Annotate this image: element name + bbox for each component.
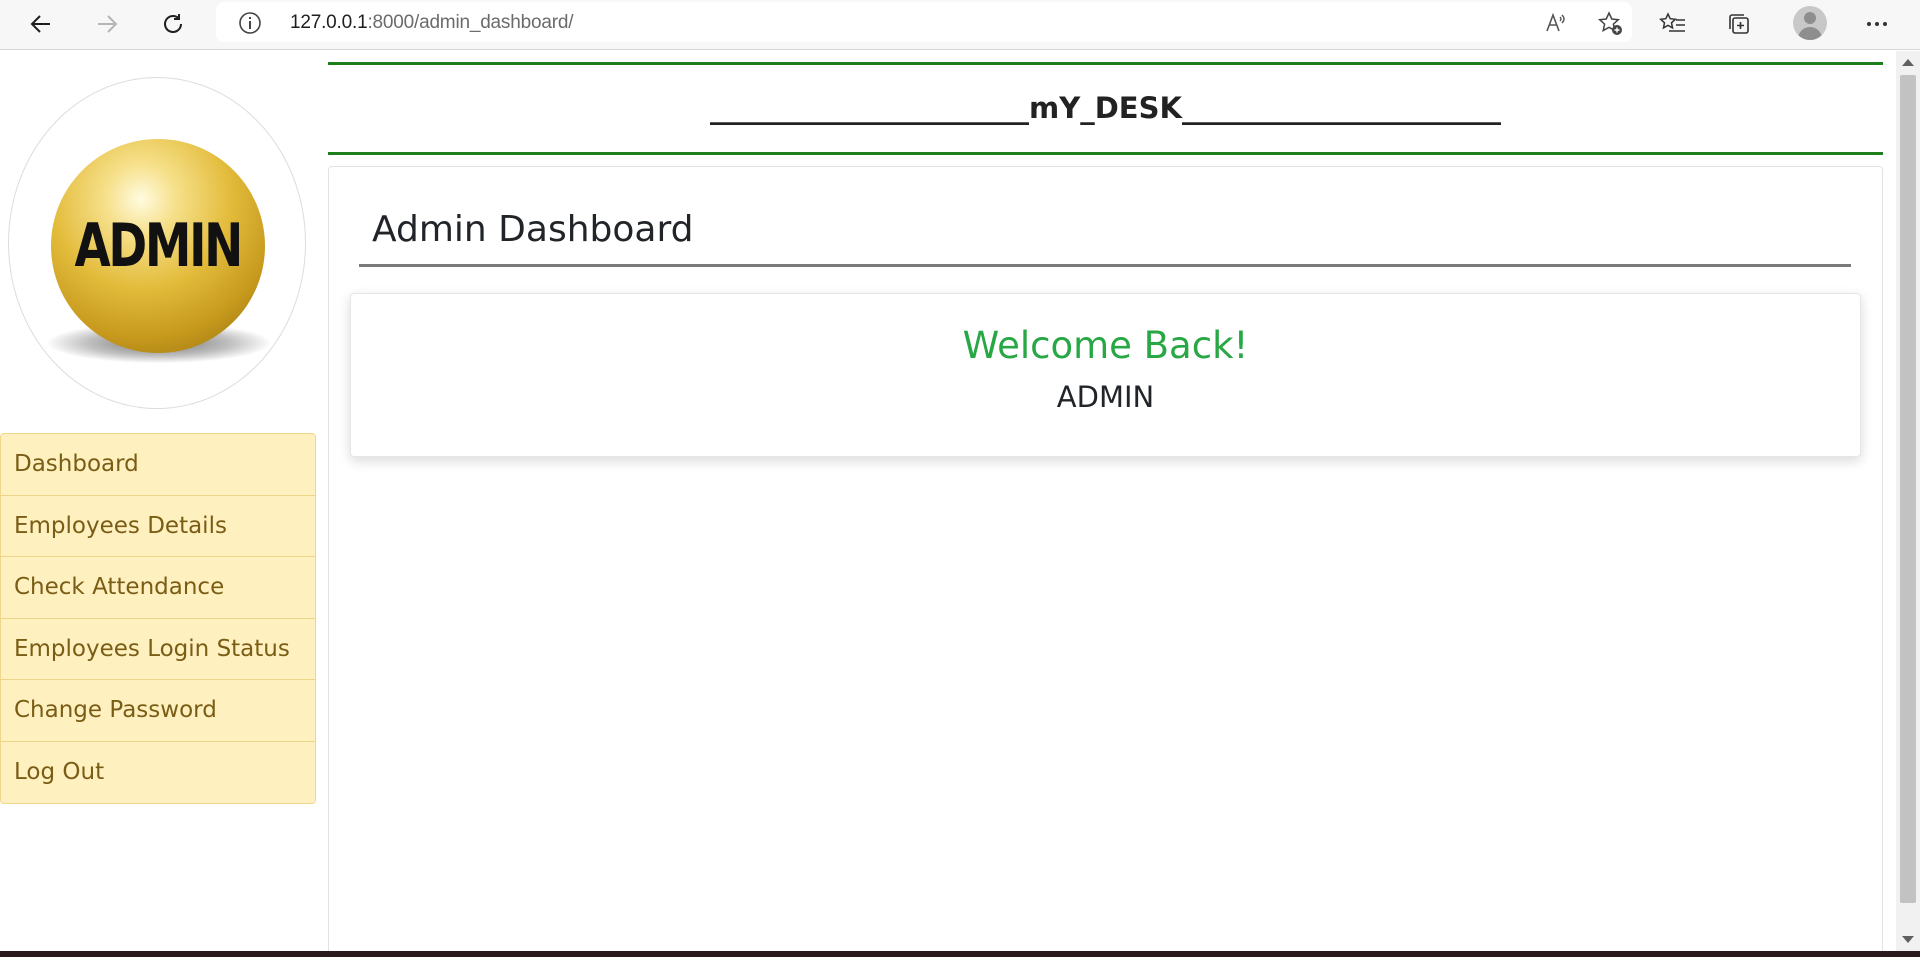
favorites-button[interactable]	[1652, 5, 1694, 43]
more-icon	[1867, 22, 1887, 26]
add-favorite-icon[interactable]	[1597, 10, 1623, 36]
site-title: ______________________mY_DESK___________…	[710, 91, 1501, 125]
welcome-username: ADMIN	[1056, 380, 1155, 414]
collections-button[interactable]	[1718, 5, 1760, 43]
sidebar-menu: Dashboard Employees Details Check Attend…	[0, 433, 316, 804]
profile-avatar[interactable]	[1793, 6, 1827, 40]
favorites-icon	[1659, 12, 1685, 32]
back-icon	[30, 15, 50, 33]
browser-toolbar: 127.0.0.1:8000/admin_dashboard/	[0, 0, 1920, 50]
sidebar-item-log-out[interactable]: Log Out	[1, 741, 315, 803]
admin-logo-text: ADMIN	[74, 211, 244, 281]
content-panel	[328, 166, 1883, 951]
url-path: :8000/admin_dashboard/	[367, 12, 574, 33]
welcome-heading: Welcome Back!	[962, 324, 1249, 367]
collections-icon	[1729, 14, 1749, 34]
address-bar[interactable]: 127.0.0.1:8000/admin_dashboard/	[216, 2, 1632, 42]
scroll-up-arrow-icon[interactable]	[1902, 59, 1914, 66]
url-text[interactable]: 127.0.0.1:8000/admin_dashboard/	[290, 12, 573, 34]
header-top-rule	[328, 62, 1883, 65]
reload-icon	[164, 14, 182, 33]
url-host: 127.0.0.1	[290, 12, 368, 33]
reload-button[interactable]	[152, 5, 194, 43]
site-info-icon[interactable]	[238, 11, 262, 39]
admin-logo: ADMIN	[51, 139, 265, 353]
read-aloud-icon[interactable]	[1542, 10, 1568, 36]
page-title: Admin Dashboard	[372, 209, 694, 250]
sidebar-item-dashboard[interactable]: Dashboard	[1, 434, 315, 496]
welcome-card: Welcome Back! ADMIN	[350, 293, 1861, 457]
taskbar-edge	[0, 951, 1920, 957]
page-viewport: ADMIN Dashboard Employees Details Check …	[0, 51, 1896, 951]
sidebar-item-check-attendance[interactable]: Check Attendance	[1, 557, 315, 619]
forward-icon	[98, 15, 118, 33]
avatar-head	[1804, 12, 1816, 24]
page-scrollbar[interactable]	[1896, 51, 1920, 951]
header-bottom-rule	[328, 152, 1883, 155]
forward-button[interactable]	[86, 5, 128, 43]
sidebar-item-employees-details[interactable]: Employees Details	[1, 495, 315, 557]
more-button[interactable]	[1856, 5, 1898, 43]
sidebar-item-change-password[interactable]: Change Password	[1, 680, 315, 742]
scroll-thumb[interactable]	[1900, 75, 1916, 903]
sidebar-item-employees-login-status[interactable]: Employees Login Status	[1, 618, 315, 680]
scroll-down-arrow-icon[interactable]	[1902, 936, 1914, 943]
avatar-body	[1798, 27, 1822, 40]
back-button[interactable]	[20, 5, 62, 43]
title-divider	[359, 264, 1851, 267]
